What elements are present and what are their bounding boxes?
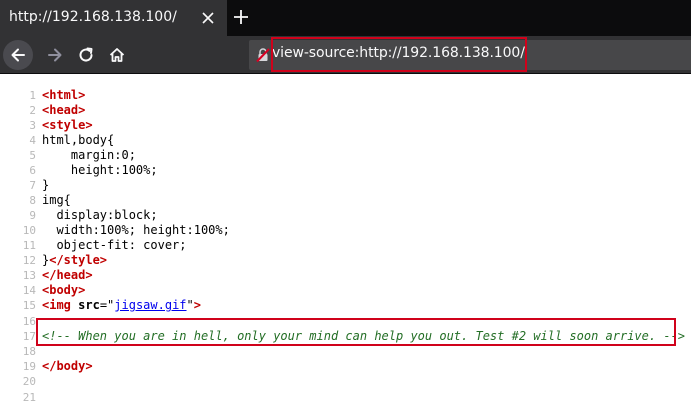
line-number: 15 [22, 299, 36, 312]
new-tab-plus-icon[interactable] [230, 6, 252, 28]
source-line: 5 margin:0; [0, 148, 691, 163]
line-code: <head> [42, 103, 85, 118]
comment-highlight-box [36, 318, 676, 346]
source-line: 15 <img src="jigsaw.gif"> [0, 298, 691, 313]
line-code: margin:0; [42, 148, 136, 163]
code-token: <html> [42, 88, 86, 102]
code-token: > [193, 298, 201, 312]
line-number: 18 [22, 345, 36, 358]
line-number: 10 [22, 224, 36, 237]
source-line: 14 <body> [0, 283, 691, 298]
line-code: } [42, 178, 49, 193]
line-code: <body> [42, 283, 85, 298]
source-line: 18 [0, 344, 691, 359]
line-number: 4 [29, 134, 36, 147]
line-number: 12 [22, 254, 36, 267]
line-code: </body> [42, 359, 93, 374]
source-line: 1 <html> [0, 88, 691, 103]
line-number: 20 [22, 375, 36, 388]
code-token: html,body{ [42, 133, 115, 147]
line-code: object-fit: cover; [42, 238, 187, 253]
source-line: 19 </body> [0, 359, 691, 374]
code-token: <img [42, 298, 79, 312]
line-number: 1 [29, 89, 36, 102]
line-code: display:block; [42, 208, 158, 223]
back-arrow-icon[interactable] [3, 40, 33, 70]
source-line: 2 <head> [0, 103, 691, 118]
line-number: 21 [22, 391, 36, 404]
source-line: 6 height:100%; [0, 163, 691, 178]
code-token: height:100%; [42, 163, 158, 177]
code-token: img{ [42, 193, 71, 207]
line-number: 17 [22, 330, 36, 343]
line-code: height:100%; [42, 163, 158, 178]
code-token: </body> [42, 359, 93, 373]
line-number: 6 [29, 164, 36, 177]
source-line: 4 html,body{ [0, 133, 691, 148]
line-number: 5 [29, 149, 36, 162]
tab-title: http://192.168.138.100/ [9, 9, 177, 25]
source-line: 11 object-fit: cover; [0, 238, 691, 253]
code-token: width:100%; height:100%; [42, 223, 230, 237]
line-code: <img src="jigsaw.gif"> [42, 298, 201, 313]
source-line: 9 display:block; [0, 208, 691, 223]
insecure-lock-icon[interactable] [255, 47, 271, 63]
line-number: 19 [22, 360, 36, 373]
line-number: 2 [29, 104, 36, 117]
source-line: 10 width:100%; height:100%; [0, 223, 691, 238]
line-code: width:100%; height:100%; [42, 223, 230, 238]
home-icon[interactable] [102, 40, 132, 70]
line-number: 11 [22, 239, 36, 252]
code-token: margin:0; [42, 148, 136, 162]
code-token: object-fit: cover; [42, 238, 187, 252]
line-number: 13 [22, 269, 36, 282]
code-token: </style> [49, 253, 108, 267]
line-code: html,body{ [42, 133, 114, 148]
tab-active[interactable]: http://192.168.138.100/ [0, 0, 227, 36]
line-number: 8 [29, 194, 36, 207]
code-token: =" [99, 298, 115, 312]
forward-arrow-icon[interactable] [40, 40, 70, 70]
code-token: " [186, 298, 194, 312]
source-line: 21 [0, 390, 691, 405]
code-token: } [42, 178, 50, 192]
line-number: 9 [29, 209, 36, 222]
reload-icon[interactable] [71, 40, 101, 70]
line-code: <style> [42, 118, 93, 133]
source-line: 7} [0, 178, 691, 193]
code-token: <style> [42, 118, 93, 132]
code-token: </head> [42, 268, 93, 282]
code-token: src [78, 298, 100, 312]
line-code: </head> [42, 268, 93, 283]
source-line: 13 </head> [0, 268, 691, 283]
line-number: 14 [22, 284, 36, 297]
close-icon[interactable] [198, 8, 218, 28]
code-token: display:block; [42, 208, 158, 222]
line-number: 7 [29, 179, 36, 192]
page-source-view: 1 <html> 2 <head> 3 <style> 4 html,body{5 margi… [0, 82, 691, 409]
source-line: 3 <style> [0, 118, 691, 133]
line-number: 3 [29, 119, 36, 132]
url-highlight-box [271, 37, 527, 72]
line-number: 16 [22, 315, 36, 328]
line-code: }</style> [42, 253, 107, 268]
source-line: 8 img{ [0, 193, 691, 208]
line-code: img{ [42, 193, 71, 208]
source-link[interactable]: jigsaw.gif [114, 298, 186, 312]
code-token: <head> [42, 103, 86, 117]
source-line: 12 }</style> [0, 253, 691, 268]
source-line: 20 [0, 374, 691, 389]
code-token: <body> [42, 283, 86, 297]
line-code: <html> [42, 88, 85, 103]
tab-strip: http://192.168.138.100/ [0, 0, 691, 36]
